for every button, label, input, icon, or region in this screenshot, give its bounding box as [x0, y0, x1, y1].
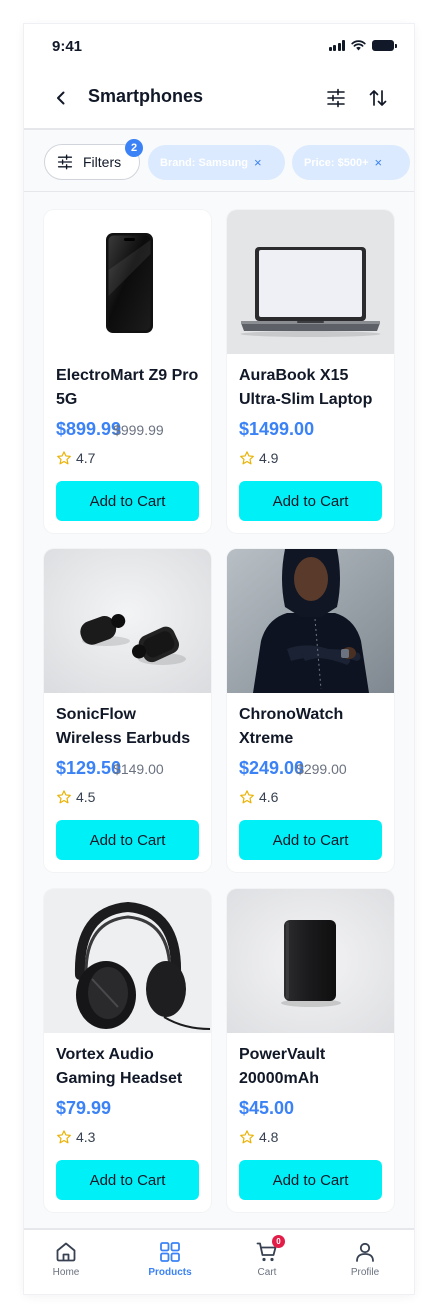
product-card[interactable]: Vortex Audio Gaming Headset $79.99 4.3 A…	[44, 889, 211, 1212]
wifi-icon	[351, 40, 366, 51]
product-name[interactable]: AuraBook X15 Ultra-Slim Laptop	[239, 364, 387, 412]
product-rating: 4.5	[56, 789, 95, 805]
price-row: $899.99 $999.99	[56, 419, 164, 440]
nav-label: Profile	[350, 1267, 380, 1278]
nav-label: Products	[148, 1267, 192, 1278]
chip-label: Brand: Samsung	[160, 156, 249, 169]
product-name[interactable]: PowerVault 20000mAh	[239, 1043, 387, 1091]
product-old-price: $299.00	[296, 761, 347, 777]
close-icon[interactable]: ×	[375, 155, 383, 170]
product-old-price: $999.99	[113, 422, 164, 438]
phone-screen: 9:41 Smartphones Filters 2 Brand: Samsun…	[24, 24, 414, 1294]
signal-icon	[328, 40, 345, 51]
product-name[interactable]: SonicFlow Wireless Earbuds	[56, 703, 204, 751]
product-rating: 4.9	[239, 450, 278, 466]
product-rating: 4.3	[56, 1129, 95, 1145]
nav-label: Cart	[257, 1267, 277, 1278]
price-row: $249.00 $299.00	[239, 758, 347, 779]
page-title: Smartphones	[88, 86, 204, 106]
filters-button[interactable]: Filters 2	[44, 139, 143, 180]
rating-value: 4.5	[76, 789, 96, 805]
chip-label: Price: $500+	[304, 156, 369, 169]
add-to-cart-button[interactable]: Add to Cart	[239, 481, 382, 521]
nav-home[interactable]: Home	[26, 1240, 106, 1278]
status-time: 9:41	[52, 38, 83, 55]
product-image	[227, 549, 394, 693]
product-image	[44, 889, 211, 1033]
product-card[interactable]: AuraBook X15 Ultra-Slim Laptop $1499.00 …	[227, 210, 394, 533]
rating-value: 4.3	[76, 1129, 96, 1145]
cart-icon-wrap: 0	[255, 1235, 285, 1264]
rating-value: 4.7	[76, 450, 96, 466]
product-card[interactable]: ElectroMart Z9 Pro 5G $899.99 $999.99 4.…	[44, 210, 211, 533]
star-icon	[57, 1130, 71, 1144]
star-icon	[57, 451, 71, 465]
add-to-cart-button[interactable]: Add to Cart	[239, 820, 382, 860]
product-image	[227, 889, 394, 1033]
add-to-cart-button[interactable]: Add to Cart	[56, 1160, 199, 1200]
product-name[interactable]: Vortex Audio Gaming Headset	[56, 1043, 204, 1091]
sort-arrows-icon	[369, 90, 387, 106]
product-image	[44, 210, 211, 354]
add-to-cart-button[interactable]: Add to Cart	[56, 820, 199, 860]
battery-icon	[372, 40, 397, 51]
product-name[interactable]: ChronoWatch Xtreme	[239, 703, 387, 751]
app-header: Smartphones	[24, 68, 414, 130]
status-icons	[328, 40, 397, 51]
bottom-nav: Home Products 0 Cart Profile	[24, 1228, 414, 1294]
star-icon	[240, 451, 254, 465]
product-image	[44, 549, 211, 693]
star-icon	[57, 790, 71, 804]
close-icon[interactable]: ×	[254, 155, 262, 170]
home-icon	[56, 1242, 76, 1262]
product-old-price: $149.00	[113, 761, 164, 777]
grid-icon	[160, 1242, 180, 1262]
user-icon	[356, 1242, 374, 1262]
filter-settings-button[interactable]	[322, 84, 350, 112]
price-row: $79.99	[56, 1098, 111, 1119]
filter-chip-price[interactable]: Price: $500+ ×	[292, 145, 410, 180]
filter-chips-row: Filters 2 Brand: Samsung × Price: $500+ …	[24, 132, 414, 192]
sort-button[interactable]	[364, 84, 392, 112]
product-rating: 4.6	[239, 789, 278, 805]
rating-value: 4.8	[259, 1129, 279, 1145]
nav-profile[interactable]: Profile	[325, 1240, 405, 1278]
price-row: $45.00	[239, 1098, 294, 1119]
product-rating: 4.8	[239, 1129, 278, 1145]
add-to-cart-button[interactable]: Add to Cart	[56, 481, 199, 521]
sliders-icon	[57, 154, 73, 170]
product-price: $899.99	[56, 419, 122, 439]
product-price: $129.50	[56, 758, 122, 778]
product-card[interactable]: SonicFlow Wireless Earbuds $129.50 $149.…	[44, 549, 211, 872]
add-to-cart-button[interactable]: Add to Cart	[239, 1160, 382, 1200]
rating-value: 4.6	[259, 789, 279, 805]
product-image	[227, 210, 394, 354]
product-price: $249.00	[239, 758, 305, 778]
product-card[interactable]: PowerVault 20000mAh $45.00 4.8 Add to Ca…	[227, 889, 394, 1212]
filters-count-badge: 2	[125, 139, 143, 157]
product-price: $79.99	[56, 1098, 112, 1118]
back-button[interactable]	[48, 85, 74, 111]
product-name[interactable]: ElectroMart Z9 Pro 5G	[56, 364, 204, 412]
rating-value: 4.9	[259, 450, 279, 466]
filters-label: Filters	[83, 154, 122, 170]
nav-cart[interactable]: 0 Cart	[227, 1235, 307, 1278]
cart-count-badge: 0	[272, 1235, 285, 1248]
product-price: $45.00	[239, 1098, 295, 1118]
star-icon	[240, 1130, 254, 1144]
price-row: $1499.00	[239, 419, 314, 440]
nav-products[interactable]: Products	[130, 1240, 210, 1278]
sliders-icon	[327, 88, 345, 108]
product-card[interactable]: ChronoWatch Xtreme $249.00 $299.00 4.6 A…	[227, 549, 394, 872]
product-rating: 4.7	[56, 450, 95, 466]
nav-label: Home	[52, 1267, 80, 1278]
status-bar: 9:41	[24, 24, 414, 68]
star-icon	[240, 790, 254, 804]
filter-chip-brand[interactable]: Brand: Samsung ×	[148, 145, 285, 180]
price-row: $129.50 $149.00	[56, 758, 164, 779]
product-price: $1499.00	[239, 419, 315, 439]
chevron-left-icon	[57, 91, 65, 105]
